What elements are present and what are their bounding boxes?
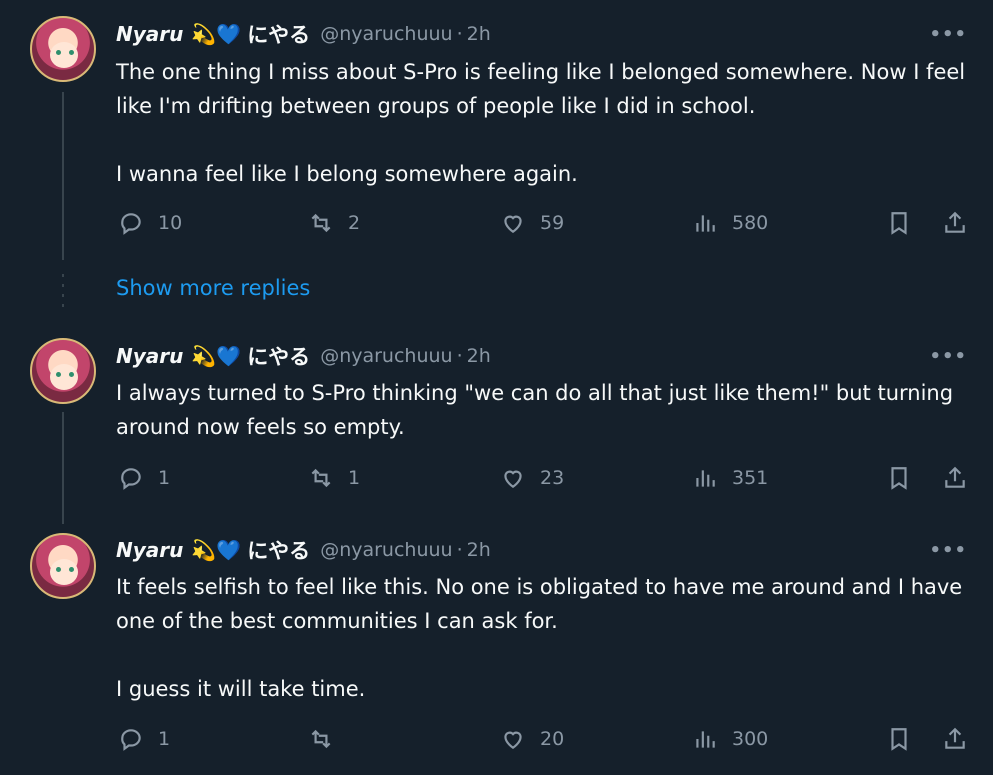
retweet-button[interactable]: 2 bbox=[308, 210, 360, 236]
tweet-header: Nyaru 💫💙 にやる @nyaruchuuu · 2h bbox=[116, 343, 491, 369]
like-icon bbox=[504, 731, 522, 749]
display-name[interactable]: Nyaru bbox=[116, 344, 183, 368]
tweet-paragraph: I guess it will take time. bbox=[116, 677, 366, 701]
display-name[interactable]: Nyaru bbox=[116, 538, 183, 562]
views-count: 300 bbox=[732, 728, 769, 750]
tweet-1[interactable]: Nyaru 💫💙 にやる @nyaruchuuu · 2h ••• The on… bbox=[0, 0, 993, 270]
tweet-paragraph: It feels selfish to feel like this. No o… bbox=[116, 575, 963, 633]
name-emoji: 💫💙 bbox=[191, 22, 242, 46]
user-handle[interactable]: @nyaruchuuu bbox=[320, 539, 452, 561]
tweet-2[interactable]: Nyaru 💫💙 にやる @nyaruchuuu · 2h ••• I alwa… bbox=[0, 320, 993, 520]
user-handle[interactable]: @nyaruchuuu bbox=[320, 23, 452, 45]
timestamp[interactable]: 2h bbox=[467, 345, 491, 367]
reply-count: 10 bbox=[158, 212, 183, 234]
bookmark-button[interactable] bbox=[886, 726, 912, 752]
retweet-icon bbox=[311, 729, 331, 749]
more-icon[interactable]: ••• bbox=[929, 346, 967, 367]
views-icon bbox=[696, 470, 715, 487]
reply-count: 1 bbox=[158, 728, 171, 750]
like-icon bbox=[504, 470, 522, 488]
bookmark-icon bbox=[891, 728, 907, 751]
retweet-icon bbox=[311, 213, 331, 233]
retweet-button[interactable] bbox=[308, 726, 348, 752]
tweet-3[interactable]: Nyaru 💫💙 にやる @nyaruchuuu · 2h ••• It fee… bbox=[0, 515, 993, 775]
tweet-text: It feels selfish to feel like this. No o… bbox=[116, 570, 976, 706]
tweet-header: Nyaru 💫💙 にやる @nyaruchuuu · 2h bbox=[116, 537, 491, 563]
reply-count: 1 bbox=[158, 467, 171, 489]
retweet-icon bbox=[311, 468, 331, 488]
like-count: 20 bbox=[540, 728, 565, 750]
timestamp[interactable]: 2h bbox=[467, 539, 491, 561]
share-button[interactable] bbox=[942, 465, 968, 491]
share-button[interactable] bbox=[942, 726, 968, 752]
avatar[interactable] bbox=[30, 16, 96, 82]
retweet-count: 2 bbox=[348, 212, 361, 234]
tweet-header: Nyaru 💫💙 にやる @nyaruchuuu · 2h bbox=[116, 21, 491, 47]
timestamp[interactable]: 2h bbox=[467, 23, 491, 45]
show-more-replies-link[interactable]: Show more replies bbox=[116, 276, 310, 300]
tweet-paragraph: I always turned to S-Pro thinking "we ca… bbox=[116, 381, 954, 439]
views-icon bbox=[696, 731, 715, 748]
like-button[interactable]: 59 bbox=[500, 210, 564, 236]
reply-button[interactable]: 1 bbox=[118, 465, 170, 491]
views-button[interactable]: 580 bbox=[692, 210, 768, 236]
display-name-jp[interactable]: にやる bbox=[247, 341, 310, 371]
action-bar: 1 20 300 bbox=[116, 726, 976, 756]
tweet-text: The one thing I miss about S-Pro is feel… bbox=[116, 55, 976, 191]
like-count: 59 bbox=[540, 212, 565, 234]
reply-icon bbox=[121, 468, 141, 490]
retweet-count: 1 bbox=[348, 467, 361, 489]
thread-dots bbox=[62, 274, 64, 314]
display-name-jp[interactable]: にやる bbox=[247, 19, 310, 49]
bookmark-button[interactable] bbox=[886, 210, 912, 236]
tweet-paragraph: I wanna feel like I belong somewhere aga… bbox=[116, 162, 578, 186]
reply-button[interactable]: 10 bbox=[118, 210, 182, 236]
bookmark-icon bbox=[891, 212, 907, 235]
name-emoji: 💫💙 bbox=[191, 344, 242, 368]
name-emoji: 💫💙 bbox=[191, 538, 242, 562]
like-count: 23 bbox=[540, 467, 565, 489]
tweet-text: I always turned to S-Pro thinking "we ca… bbox=[116, 376, 976, 444]
retweet-button[interactable]: 1 bbox=[308, 465, 360, 491]
like-button[interactable]: 20 bbox=[500, 726, 564, 752]
reply-icon bbox=[121, 729, 141, 751]
like-icon bbox=[504, 215, 522, 233]
like-button[interactable]: 23 bbox=[500, 465, 564, 491]
avatar[interactable] bbox=[30, 533, 96, 599]
action-bar: 10 2 59 580 bbox=[116, 210, 976, 240]
action-bar: 1 1 23 351 bbox=[116, 465, 976, 495]
views-icon bbox=[696, 215, 715, 232]
tweet-paragraph: The one thing I miss about S-Pro is feel… bbox=[116, 60, 966, 118]
display-name[interactable]: Nyaru bbox=[116, 22, 183, 46]
reply-button[interactable]: 1 bbox=[118, 726, 170, 752]
user-handle[interactable]: @nyaruchuuu bbox=[320, 345, 452, 367]
views-count: 351 bbox=[732, 467, 769, 489]
views-button[interactable]: 351 bbox=[692, 465, 768, 491]
display-name-jp[interactable]: にやる bbox=[247, 535, 310, 565]
avatar[interactable] bbox=[30, 338, 96, 404]
views-count: 580 bbox=[732, 212, 769, 234]
share-icon bbox=[945, 727, 965, 749]
more-icon[interactable]: ••• bbox=[929, 540, 967, 561]
bookmark-icon bbox=[891, 467, 907, 490]
share-button[interactable] bbox=[942, 210, 968, 236]
share-icon bbox=[945, 211, 965, 233]
bookmark-button[interactable] bbox=[886, 465, 912, 491]
reply-icon bbox=[121, 213, 141, 235]
share-icon bbox=[945, 466, 965, 488]
more-icon[interactable]: ••• bbox=[929, 24, 967, 45]
views-button[interactable]: 300 bbox=[692, 726, 768, 752]
